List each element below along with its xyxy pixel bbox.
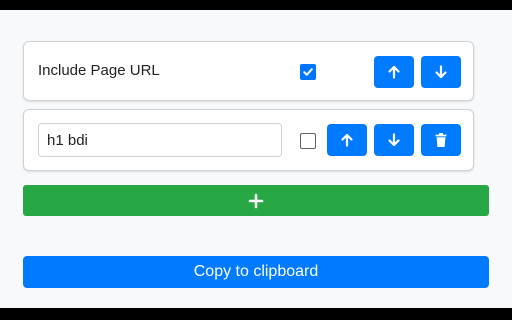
arrow-down-icon bbox=[388, 133, 400, 147]
move-up-button[interactable] bbox=[374, 56, 414, 88]
include-checkbox[interactable] bbox=[300, 64, 316, 80]
include-checkbox[interactable] bbox=[300, 133, 316, 149]
move-down-button[interactable] bbox=[421, 56, 461, 88]
trash-icon bbox=[435, 133, 447, 147]
selector-input[interactable] bbox=[38, 123, 282, 157]
arrow-up-icon bbox=[341, 133, 353, 147]
arrow-up-icon bbox=[388, 65, 400, 79]
plus-icon bbox=[248, 193, 264, 208]
arrow-down-icon bbox=[435, 65, 447, 79]
row-label: Include Page URL bbox=[38, 62, 160, 79]
move-down-button[interactable] bbox=[374, 124, 414, 156]
move-up-button[interactable] bbox=[327, 124, 367, 156]
checkmark-icon bbox=[303, 68, 313, 76]
app-viewport: Include Page URL h1 bdi Copy to clipboar… bbox=[0, 10, 512, 308]
delete-button[interactable] bbox=[421, 124, 461, 156]
copy-to-clipboard-button[interactable]: Copy to clipboard bbox=[23, 256, 489, 288]
row-card-selector bbox=[23, 109, 474, 171]
add-row-button[interactable] bbox=[23, 185, 489, 216]
row-card-page-url: Include Page URL bbox=[23, 41, 474, 101]
